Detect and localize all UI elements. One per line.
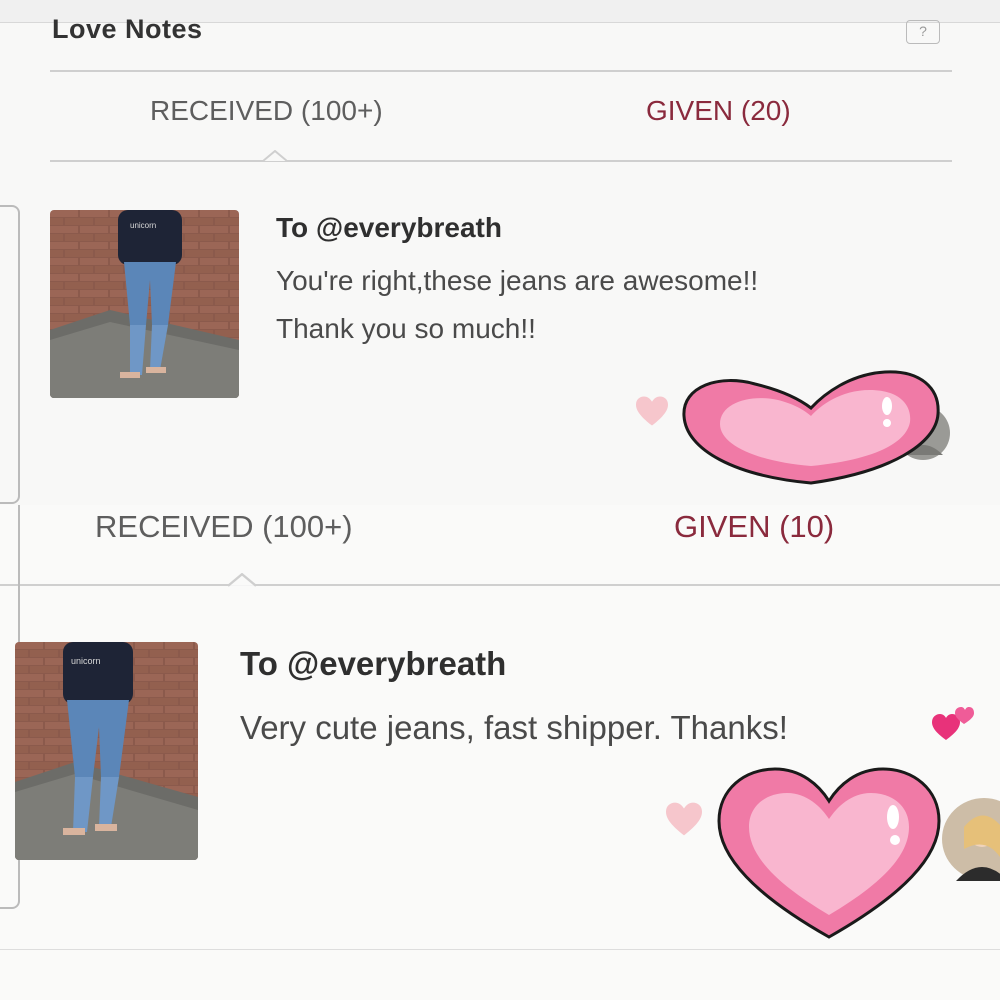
big-pink-heart-sticker <box>717 767 941 939</box>
active-tab-caret-icon <box>263 150 287 162</box>
two-hearts-emoji <box>932 707 974 740</box>
tab-given[interactable]: GIVEN (20) <box>646 95 791 127</box>
svg-text:unicorn: unicorn <box>130 221 156 230</box>
big-pink-heart-sticker <box>682 370 940 485</box>
user-avatar[interactable] <box>942 797 1000 881</box>
note-recipient: To @everybreath <box>276 212 502 243</box>
tab-received[interactable]: RECEIVED (100+) <box>95 509 353 545</box>
note-photo[interactable]: unicorn <box>50 210 239 398</box>
love-notes-panel-top: Love Notes ? RECEIVED (100+) GIVEN (20) … <box>0 0 1000 505</box>
tabs-divider <box>0 584 1000 586</box>
heart-icon[interactable] <box>634 395 670 427</box>
section-title: Love Notes <box>52 14 203 44</box>
heart-icon[interactable] <box>664 801 704 837</box>
love-notes-panel-bottom: RECEIVED (100+) GIVEN (10) unicorn To @e… <box>0 505 1000 1000</box>
tabs-divider <box>50 160 952 162</box>
note-message: Very cute jeans, fast shipper. Thanks! <box>240 709 788 746</box>
help-icon[interactable]: ? <box>906 20 940 44</box>
note-recipient: To @everybreath <box>240 645 507 682</box>
active-tab-caret-icon <box>228 573 256 587</box>
title-divider <box>50 70 952 72</box>
tab-given[interactable]: GIVEN (10) <box>674 509 834 545</box>
note-divider <box>0 949 1000 950</box>
note-message-line-1: You're right,these jeans are awesome!! <box>276 265 759 296</box>
tab-received[interactable]: RECEIVED (100+) <box>150 95 383 127</box>
sidebar-edge <box>0 205 20 504</box>
note-photo[interactable]: unicorn <box>15 642 198 860</box>
svg-text:unicorn: unicorn <box>71 656 101 666</box>
note-message-line-2: Thank you so much!! <box>276 313 536 344</box>
